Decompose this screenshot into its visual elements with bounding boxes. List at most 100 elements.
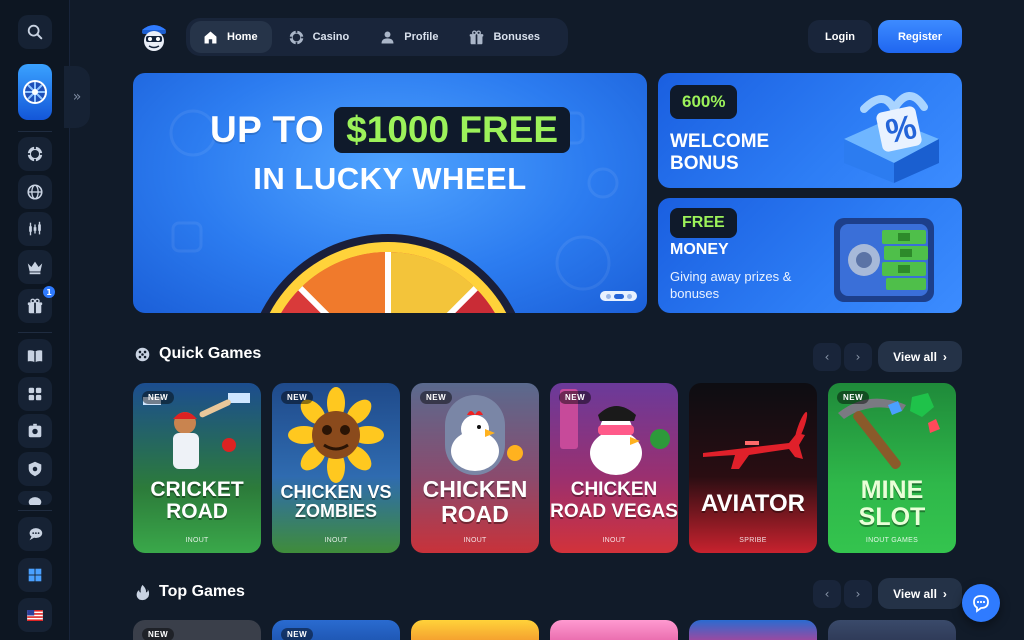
top-game-card[interactable]: [689, 620, 817, 640]
game-card-aviator[interactable]: AVIATOR SPRIBE: [689, 383, 817, 553]
top-game-card[interactable]: [550, 620, 678, 640]
mascot-logo-icon: [142, 25, 166, 51]
game-title: CHICKEN ROAD VEGAS: [550, 479, 678, 522]
game-card-cricket-road[interactable]: NEW CRICKET ROAD INOUT: [133, 383, 261, 553]
chat-bubble-icon: [973, 595, 989, 613]
game-title: CRICKET ROAD: [150, 478, 244, 523]
new-badge: NEW: [142, 628, 175, 640]
new-badge: NEW: [281, 391, 314, 404]
game-provider: INOUT GAMES: [865, 537, 919, 544]
hero-headline-prefix: UP TO: [209, 109, 325, 150]
sidebar-expand-button[interactable]: »: [64, 66, 90, 128]
fire-icon: [136, 584, 150, 600]
trading-icon: [29, 221, 41, 236]
view-all-label: View all: [893, 349, 937, 364]
top-game-card[interactable]: [411, 620, 539, 640]
game-card-chicken-road-vegas[interactable]: NEW CHICKEN ROAD VEGAS INOUT: [550, 383, 678, 553]
nav-profile-label: Profile: [404, 31, 439, 43]
nav-casino[interactable]: Casino: [276, 21, 364, 53]
sidebar-item-security[interactable]: [18, 452, 52, 486]
sidebar-item-trading[interactable]: [18, 212, 52, 246]
red-airplane-illustration: [703, 411, 808, 469]
hero-subheadline: IN LUCKY WHEEL: [253, 161, 527, 196]
login-button[interactable]: Login: [808, 20, 872, 53]
support-chat-button[interactable]: [962, 584, 1000, 622]
quick-games-prev-button[interactable]: ‹: [813, 343, 841, 371]
section-title-top-games: Top Games: [134, 583, 245, 601]
poker-chip-icon: [288, 29, 304, 45]
chevron-right-icon: ›: [942, 349, 947, 364]
top-games-prev-button[interactable]: ‹: [813, 580, 841, 608]
hero-amount: $1000 FREE: [334, 107, 571, 153]
lucky-wheel-icon: [23, 80, 47, 104]
lucky-wheel-button[interactable]: [18, 64, 52, 120]
promo-free-money[interactable]: FREE MONEY Giving away prizes & bonuses: [658, 198, 962, 313]
sidebar-item-vip[interactable]: [18, 250, 52, 284]
chevron-right-icon: ›: [855, 350, 861, 364]
sidebar-item-more[interactable]: [18, 491, 52, 505]
nav-bonuses[interactable]: Bonuses: [456, 21, 553, 53]
sidebar-item-windows-app[interactable]: [18, 558, 52, 592]
pagination-dot[interactable]: [605, 293, 611, 299]
chevron-right-icon: ›: [855, 587, 861, 601]
puzzle-icon: [28, 387, 42, 401]
quick-games-view-all-button[interactable]: View all ›: [878, 341, 962, 372]
globe-icon: [27, 184, 43, 200]
quick-games-list: NEW CRICKET ROAD INOUT NEW CHICKEN VS ZO…: [133, 383, 956, 553]
main-nav: Home Casino Profile Bonuses: [186, 18, 568, 56]
top-game-card[interactable]: [828, 620, 956, 640]
game-card-chicken-road[interactable]: NEW CHICKEN ROAD INOUT: [411, 383, 539, 553]
crown-icon: [27, 261, 43, 275]
sidebar-item-safe[interactable]: [18, 414, 52, 448]
user-icon: [381, 31, 394, 43]
hero-pagination: [600, 291, 637, 301]
promo-free-subtitle: Giving away prizes & bonuses: [670, 269, 792, 301]
search-button[interactable]: [18, 15, 52, 49]
gift-box-percent-illustration: %: [844, 92, 939, 183]
chevron-left-icon: ‹: [824, 350, 830, 364]
safe-icon: [28, 423, 42, 438]
game-provider: INOUT: [602, 537, 626, 544]
hero-banner-lucky-wheel[interactable]: UP TO $1000 FREE IN LUCKY WHEEL ‹ ›: [133, 73, 647, 313]
sidebar-item-sports[interactable]: [18, 175, 52, 209]
nav-home-label: Home: [227, 31, 258, 43]
new-badge: NEW: [420, 391, 453, 404]
pagination-dot-active[interactable]: [613, 293, 624, 299]
chat-icon: [28, 497, 42, 505]
nav-casino-label: Casino: [312, 31, 350, 43]
sidebar-item-casino[interactable]: [18, 137, 52, 171]
promo-welcome-bonus[interactable]: 600% WELCOME BONUS %: [658, 73, 962, 188]
section-title-label: Quick Games: [159, 345, 262, 362]
sidebar-item-bonuses[interactable]: 1: [18, 286, 55, 323]
nav-profile[interactable]: Profile: [367, 21, 452, 53]
register-button[interactable]: Register: [878, 20, 962, 53]
top-game-card[interactable]: NEW: [133, 620, 261, 640]
game-card-chicken-vs-zombies[interactable]: NEW CHICKEN VS ZOMBIES INOUT: [272, 383, 400, 553]
sidebar-divider: [18, 510, 52, 511]
promo-welcome-tag: 600%: [670, 85, 738, 119]
sidebar-item-rules[interactable]: [18, 339, 52, 373]
sidebar-item-language[interactable]: [18, 598, 52, 632]
search-icon: [27, 24, 43, 40]
sidebar-item-chat[interactable]: [18, 517, 52, 551]
new-badge: NEW: [142, 391, 175, 404]
section-title-quick-games: Quick Games: [134, 345, 261, 363]
top-games-view-all-button[interactable]: View all ›: [878, 578, 962, 609]
top-game-card[interactable]: NEW: [272, 620, 400, 640]
top-games-next-button[interactable]: ›: [844, 580, 872, 608]
windows-icon: [28, 568, 42, 582]
promo-free-tag: FREE: [670, 208, 737, 238]
site-logo[interactable]: [136, 18, 172, 54]
nav-home[interactable]: Home: [190, 21, 272, 53]
money-safe-illustration: [834, 218, 934, 302]
game-provider: INOUT: [463, 537, 487, 544]
sidebar: 1: [0, 0, 70, 640]
game-title: CHICKEN ROAD: [422, 476, 528, 527]
quick-games-next-button[interactable]: ›: [844, 343, 872, 371]
sidebar-item-games[interactable]: [18, 377, 52, 411]
pagination-dot[interactable]: [626, 293, 632, 299]
new-badge: NEW: [559, 391, 592, 404]
notification-badge: 1: [43, 286, 55, 298]
home-icon: [204, 31, 217, 43]
game-card-mine-slot[interactable]: NEW MINE SLOT INOUT GAMES: [828, 383, 956, 553]
